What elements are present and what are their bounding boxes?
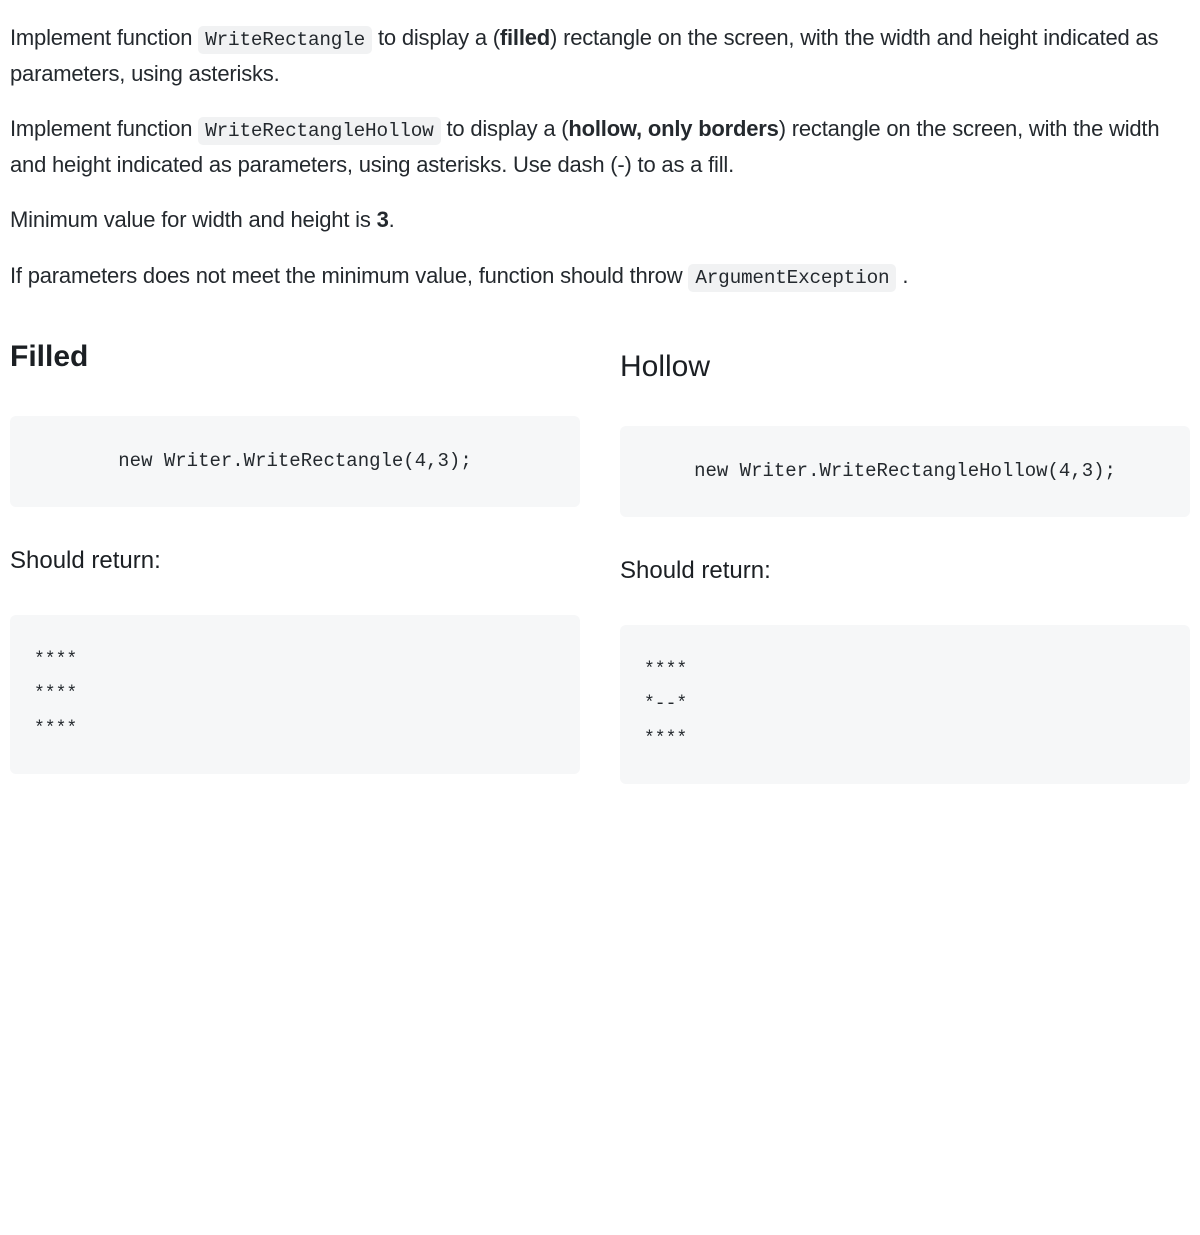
text: to display a ( [441,116,569,141]
should-return-filled: Should return: [10,542,580,580]
code-output-filled: **** **** **** [10,615,580,774]
bold-hollow: hollow, only borders [568,116,778,141]
code-call-hollow: new Writer.WriteRectangleHollow(4,3); [620,426,1190,516]
column-filled: Filled new Writer.WriteRectangle(4,3); S… [10,323,580,818]
paragraph-3: Minimum value for width and height is 3. [10,202,1190,237]
code-call-filled: new Writer.WriteRectangle(4,3); [10,416,580,506]
column-hollow: Hollow new Writer.WriteRectangleHollow(4… [620,323,1190,818]
code-inline-writerectanglehollow: WriteRectangleHollow [198,117,440,145]
examples-columns: Filled new Writer.WriteRectangle(4,3); S… [10,323,1190,818]
text: to display a ( [372,25,500,50]
heading-hollow: Hollow [620,343,1190,391]
code-output-hollow: **** *--* **** [620,625,1190,784]
paragraph-2: Implement function WriteRectangleHollow … [10,111,1190,182]
should-return-hollow: Should return: [620,552,1190,590]
paragraph-4: If parameters does not meet the minimum … [10,258,1190,294]
text: Implement function [10,116,198,141]
code-inline-writerectangle: WriteRectangle [198,26,372,54]
heading-filled: Filled [10,333,580,381]
text: If parameters does not meet the minimum … [10,263,688,288]
code-inline-argumentexception: ArgumentException [688,264,896,292]
text: . [389,207,395,232]
text: Implement function [10,25,198,50]
bold-filled: filled [500,25,550,50]
bold-three: 3 [377,207,389,232]
paragraph-1: Implement function WriteRectangle to dis… [10,20,1190,91]
text: . [896,263,908,288]
text: Minimum value for width and height is [10,207,377,232]
